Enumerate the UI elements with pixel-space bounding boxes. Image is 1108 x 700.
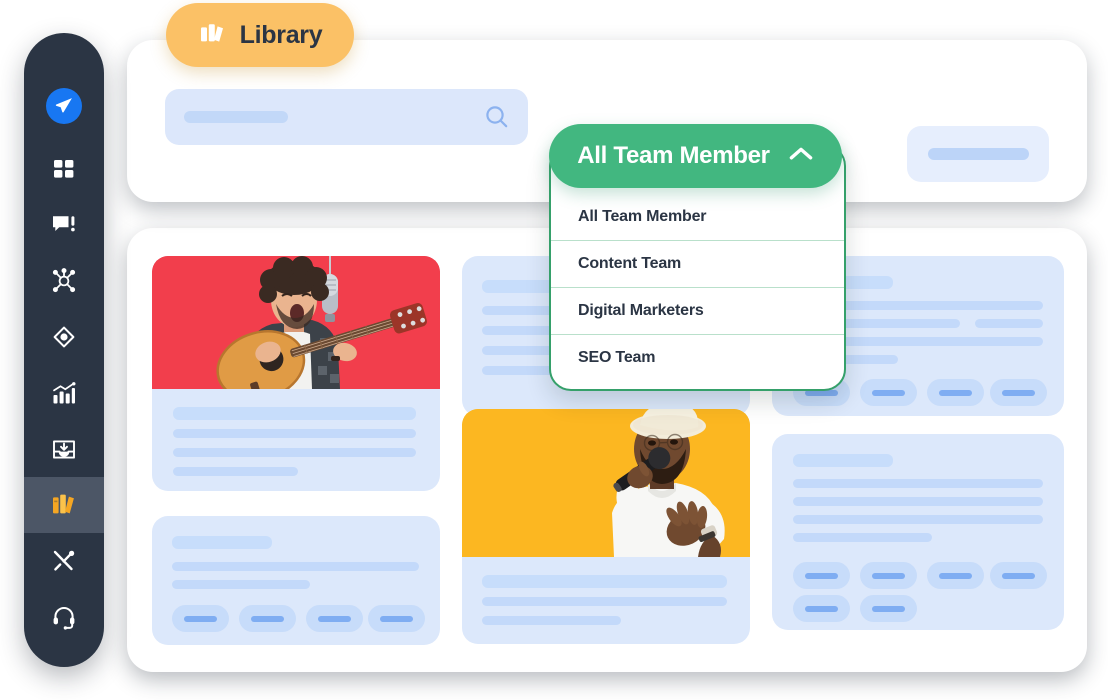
chevron-up-icon[interactable] [788, 146, 814, 167]
skeleton-line [172, 536, 272, 549]
guitarist-photo [152, 256, 440, 389]
headset-icon [51, 604, 77, 630]
send-icon [46, 88, 82, 124]
card-left-tags[interactable] [152, 516, 440, 645]
skeleton-line [172, 562, 419, 571]
inbox-download-icon [51, 438, 77, 462]
tag-pill[interactable] [860, 562, 917, 589]
tag-pill[interactable] [793, 595, 850, 622]
dropdown-option-digital-marketers[interactable]: Digital Marketers [551, 288, 844, 335]
search-input[interactable] [165, 89, 528, 145]
skeleton-line [172, 580, 310, 589]
skeleton-line [173, 467, 298, 476]
diamond-icon [51, 324, 77, 350]
skeleton-line [793, 479, 1043, 488]
singer-photo [462, 409, 750, 557]
tag-pill[interactable] [990, 379, 1047, 406]
network-icon [51, 268, 77, 294]
books-icon [198, 19, 228, 52]
skeleton-line [482, 597, 727, 606]
tag-pill[interactable] [239, 605, 296, 632]
library-tab[interactable]: Library [166, 3, 354, 67]
tag-pill[interactable] [990, 562, 1047, 589]
dropdown-option-all-team-member[interactable]: All Team Member [551, 194, 844, 241]
sidebar-item-campaigns[interactable] [24, 309, 104, 365]
sidebar-item-library[interactable] [24, 477, 104, 533]
search-placeholder-skeleton [184, 111, 288, 123]
skeleton-line [482, 616, 621, 625]
tag-pill[interactable] [793, 562, 850, 589]
skeleton-line [793, 515, 1043, 524]
sidebar-item-analytics[interactable] [24, 366, 104, 422]
tag-pill[interactable] [860, 379, 917, 406]
books-icon [50, 492, 78, 518]
library-tab-label: Library [239, 20, 323, 49]
tag-pill[interactable] [368, 605, 425, 632]
card-guitarist[interactable] [152, 256, 440, 491]
skeleton-line [793, 497, 1043, 506]
sidebar-item-dashboard[interactable] [24, 141, 104, 197]
sidebar-item-tools[interactable] [24, 533, 104, 589]
sidebar-item-inbox[interactable] [24, 422, 104, 478]
tag-pill[interactable] [172, 605, 229, 632]
analytics-icon [51, 382, 77, 406]
tag-pill[interactable] [860, 595, 917, 622]
dashboard-icon [52, 157, 76, 181]
tag-pill[interactable] [927, 379, 984, 406]
app-screenshot: Library All Team Member Content Team Dig… [0, 0, 1108, 700]
skeleton-line [173, 407, 416, 420]
header-action-skeleton [928, 148, 1029, 160]
header-action-chip[interactable] [907, 126, 1049, 182]
tag-pill[interactable] [306, 605, 363, 632]
search-icon[interactable] [484, 104, 510, 135]
dropdown-selected-label: All Team Member [577, 142, 770, 169]
dropdown-option-seo-team[interactable]: SEO Team [551, 335, 844, 383]
sidebar-nav [24, 33, 104, 667]
skeleton-line [482, 575, 727, 588]
tools-icon [51, 548, 77, 574]
skeleton-line [173, 448, 416, 457]
sidebar-item-messages[interactable] [24, 197, 104, 253]
skeleton-line [793, 533, 932, 542]
sidebar-item-send[interactable] [24, 78, 104, 134]
sidebar-item-support[interactable] [24, 589, 104, 645]
dropdown-option-content-team[interactable]: Content Team [551, 241, 844, 288]
card-right-bottom[interactable] [772, 434, 1064, 630]
skeleton-line [793, 454, 893, 467]
tag-pill[interactable] [927, 562, 984, 589]
comment-alert-icon [51, 213, 77, 237]
sidebar-item-network[interactable] [24, 253, 104, 309]
skeleton-line [173, 429, 416, 438]
card-singer[interactable] [462, 409, 750, 644]
skeleton-line [975, 319, 1043, 328]
dropdown-toggle[interactable]: All Team Member [549, 124, 842, 188]
